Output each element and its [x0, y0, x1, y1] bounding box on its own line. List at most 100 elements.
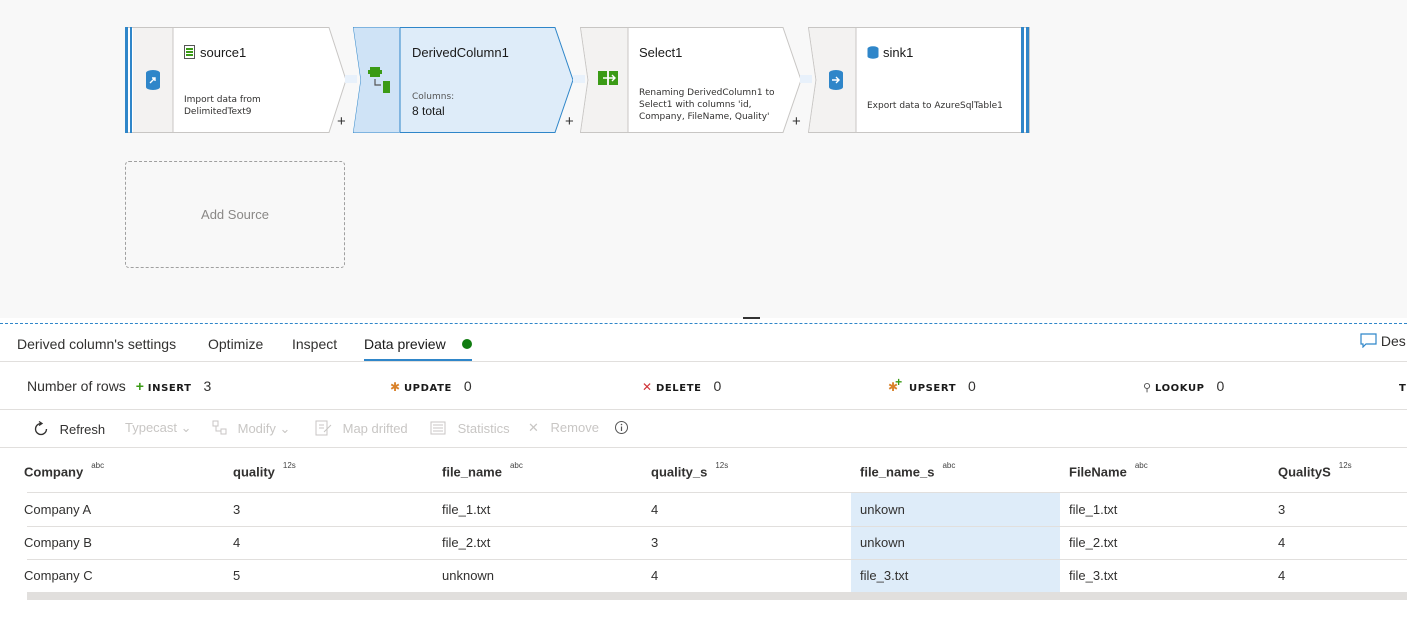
table-cell: file_2.txt	[1069, 535, 1118, 550]
columns-label: Columns:	[412, 92, 455, 102]
table-cell: unkown	[860, 535, 905, 550]
panel-divider	[0, 323, 1407, 324]
source1-desc-line1: Import data from	[184, 95, 261, 105]
add-transform-after-source1-button[interactable]: +	[337, 114, 346, 129]
table-cell: 3	[651, 535, 659, 550]
column-header-quality-s[interactable]: quality_s 12s	[651, 461, 729, 479]
table-cell: 4	[1278, 568, 1286, 583]
refresh-button[interactable]: Refresh	[32, 420, 105, 438]
tab-derived-column-settings[interactable]: Derived column's settings	[17, 336, 176, 352]
rows-stat: Number of rows + INSERT 3	[27, 378, 211, 394]
statistics-label: Statistics	[457, 421, 510, 436]
update-count: 0	[463, 378, 472, 394]
select1-desc-line1: Renaming DerivedColumn1 to	[639, 88, 775, 98]
map-drifted-icon	[315, 420, 332, 436]
tab-data-preview[interactable]: Data preview	[364, 336, 446, 352]
sink1-node[interactable]: sink1 Export data to AzureSqlTable1	[808, 27, 1030, 133]
table-cell: 4	[1278, 535, 1286, 550]
column-header-file-name[interactable]: file_name abc	[442, 461, 523, 480]
select1-title: Select1	[639, 45, 683, 60]
upsert-stat: ✱+ UPSERT 0	[888, 375, 976, 394]
lookup-count: 0	[1216, 378, 1225, 394]
table-cell: Company A	[24, 502, 92, 517]
typecast-button[interactable]: Typecast ⌄	[125, 420, 192, 436]
map-drifted-label: Map drifted	[342, 421, 408, 436]
column-header-filename[interactable]: FileName abc	[1069, 461, 1148, 480]
map-drifted-button[interactable]: Map drifted	[315, 420, 408, 436]
derivedcolumn1-node[interactable]: DerivedColumn1 Columns: 8 total	[353, 27, 575, 133]
description-button[interactable]: Des	[1360, 333, 1406, 349]
derivedcolumn1-title: DerivedColumn1	[412, 45, 509, 60]
horizontal-scrollbar[interactable]	[27, 592, 1407, 600]
data-flow-canvas: source1 Import data from DelimitedText9 …	[0, 0, 1407, 318]
modify-button[interactable]: Modify ⌄	[212, 420, 290, 437]
tab-inspect[interactable]: Inspect	[292, 336, 337, 352]
column-type: abc	[942, 461, 956, 470]
number-of-rows-label: Number of rows	[27, 378, 126, 394]
upsert-count: 0	[968, 378, 976, 394]
column-header-file-name-s[interactable]: file_name_s abc	[860, 461, 956, 480]
column-type: abc	[91, 461, 105, 470]
table-cell: unknown	[442, 568, 495, 583]
truncated-stat-label: T	[1399, 383, 1407, 394]
select1-desc-line2: Select1 with columns 'id,	[639, 100, 752, 110]
column-name: file_name	[442, 464, 502, 480]
column-header-qualitys[interactable]: QualityS 12s	[1278, 461, 1352, 479]
source-dataset-icon	[146, 70, 160, 90]
insert-label: INSERT	[147, 383, 192, 394]
add-transform-after-select1-button[interactable]: +	[792, 114, 801, 129]
table-cell: 4	[651, 502, 659, 517]
column-name: quality	[233, 464, 275, 480]
column-type: 12s	[1338, 461, 1352, 470]
table-cell: 3	[233, 502, 241, 517]
sink-dataset-icon	[829, 70, 843, 90]
source1-node[interactable]: source1 Import data from DelimitedText9	[125, 27, 347, 133]
delimited-text-icon	[184, 45, 195, 59]
info-icon	[615, 421, 628, 434]
sink1-title: sink1	[883, 45, 914, 60]
table-cell: 3	[1278, 502, 1286, 517]
column-name: Company	[24, 464, 84, 480]
delete-stat: ✕ DELETE 0	[642, 378, 721, 394]
table-cell: 5	[233, 568, 241, 583]
lookup-label: LOOKUP	[1154, 383, 1205, 394]
info-button[interactable]	[614, 420, 629, 435]
row-divider	[27, 559, 1407, 560]
refresh-label: Refresh	[59, 422, 106, 437]
source1-description: Import data from DelimitedText9	[184, 94, 261, 118]
select1-node[interactable]: Select1 Renaming DerivedColumn1 to Selec…	[580, 27, 802, 133]
tab-optimize[interactable]: Optimize	[208, 336, 263, 352]
column-name: file_name_s	[860, 464, 935, 480]
toolbar-divider	[0, 447, 1407, 448]
sink1-description: Export data to AzureSqlTable1	[867, 101, 1003, 111]
upsert-icon: ✱+	[888, 375, 903, 394]
preview-status-dot	[462, 339, 472, 349]
panel-resize-handle[interactable]	[743, 317, 760, 319]
truncated-stat: T	[1399, 378, 1406, 394]
modify-icon	[212, 420, 227, 435]
add-transform-after-derivedcolumn1-button[interactable]: +	[565, 114, 574, 129]
insert-count: 3	[203, 378, 212, 394]
chevron-down-icon: ⌄	[180, 420, 192, 435]
remove-icon: ✕	[528, 420, 539, 435]
select-transform-icon	[598, 71, 618, 85]
derived-column-icon	[368, 67, 390, 93]
column-header-company[interactable]: Company abc	[24, 461, 105, 480]
comment-icon	[1360, 333, 1377, 349]
tabs-divider	[0, 361, 1407, 362]
typecast-label: Typecast	[125, 420, 178, 435]
column-name: FileName	[1069, 464, 1127, 480]
column-type: 12s	[715, 461, 729, 470]
column-header-quality[interactable]: quality 12s	[233, 461, 296, 480]
column-type: abc	[1134, 461, 1148, 470]
azure-sql-icon	[867, 46, 879, 59]
add-source-button[interactable]: Add Source	[125, 161, 345, 268]
upsert-label: UPSERT	[908, 383, 957, 394]
statistics-button[interactable]: Statistics	[430, 420, 510, 436]
table-cell: file_3.txt	[860, 568, 909, 583]
column-type: 12s	[282, 461, 296, 470]
modify-label: Modify	[237, 421, 276, 436]
remove-button[interactable]: ✕ Remove	[528, 420, 599, 436]
lookup-icon: ⚲	[1143, 382, 1152, 394]
remove-label: Remove	[550, 420, 599, 435]
